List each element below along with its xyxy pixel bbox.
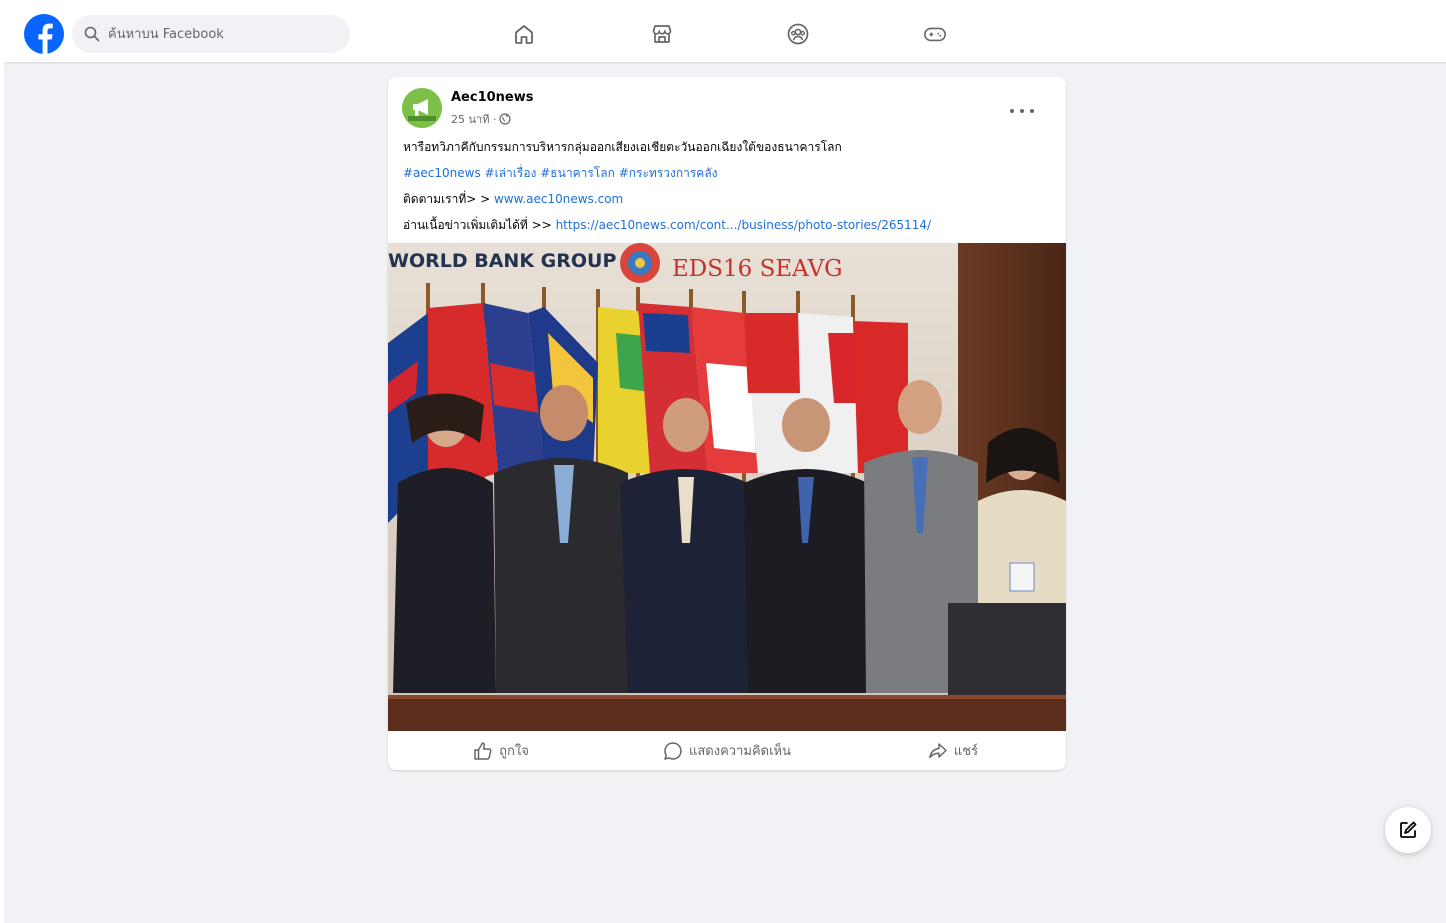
- banner-left-text: WORLD BANK GROUP: [388, 250, 616, 272]
- compose-icon: [1400, 821, 1417, 838]
- nav-groups[interactable]: [786, 22, 810, 46]
- nav-home[interactable]: [512, 22, 536, 46]
- banner-right-text: EDS16 SEAVG: [672, 256, 843, 282]
- thumbs-up-icon: [474, 741, 492, 760]
- hashtag-link[interactable]: #กระทรวงการคลัง: [619, 166, 718, 180]
- groups-icon: [787, 23, 809, 45]
- more-options-button[interactable]: [1010, 104, 1034, 118]
- hashtag-link[interactable]: #ธนาคารโลก: [540, 166, 615, 180]
- comment-label: แสดงความคิดเห็น: [688, 744, 791, 759]
- post-photo[interactable]: WORLD BANK GROUP EDS16 SEAVG: [388, 243, 1066, 731]
- page-avatar[interactable]: [402, 88, 442, 128]
- read-more-prefix: อ่านเนื้อข่าวเพิ่มเติมได้ที่ >>: [403, 218, 552, 232]
- home-icon: [515, 25, 533, 44]
- post-time-text: 25 นาที ·: [451, 113, 497, 126]
- article-link[interactable]: https://aec10news.com/cont.../business/p…: [556, 218, 932, 232]
- left-edge: [0, 62, 4, 923]
- like-button[interactable]: ถูกใจ: [388, 740, 614, 761]
- post-caption: หารือทวิภาคีกับกรรมการบริหารกลุ่มออกเสีย…: [403, 134, 1053, 238]
- new-message-button[interactable]: [1385, 807, 1431, 853]
- feed-post: Aec10news 25 นาที · หารือทวิภาคีกับกรรมก…: [388, 77, 1066, 770]
- search-icon: [84, 26, 100, 42]
- comment-icon: [664, 741, 682, 760]
- search-bar[interactable]: [72, 15, 350, 53]
- globe-icon: [499, 113, 512, 125]
- dot-icon: [1020, 109, 1024, 113]
- share-icon: [929, 742, 947, 758]
- megaphone-logo-icon: [402, 88, 442, 128]
- page-name[interactable]: Aec10news: [451, 90, 534, 105]
- hashtag-link[interactable]: #เล่าเรื่อง: [485, 166, 537, 180]
- hashtag-link[interactable]: #aec10news: [403, 166, 481, 180]
- marketplace-icon: [652, 25, 672, 43]
- post-timestamp[interactable]: 25 นาที ·: [451, 110, 512, 128]
- dot-icon: [1010, 109, 1014, 113]
- read-more-line: อ่านเนื้อข่าวเพิ่มเติมได้ที่ >> https://…: [403, 212, 1053, 238]
- share-label: แชร์: [953, 744, 979, 759]
- like-label: ถูกใจ: [499, 744, 529, 759]
- facebook-logo-icon[interactable]: [24, 14, 64, 54]
- caption-line: หารือทวิภาคีกับกรรมการบริหารกลุ่มออกเสีย…: [403, 140, 842, 154]
- gaming-icon: [924, 27, 946, 42]
- comment-button[interactable]: แสดงความคิดเห็น: [614, 740, 840, 761]
- top-navigation-bar: [0, 0, 1446, 62]
- website-link[interactable]: www.aec10news.com: [494, 192, 623, 206]
- dot-icon: [1030, 109, 1034, 113]
- nav-gaming[interactable]: [923, 22, 947, 46]
- search-input[interactable]: [108, 26, 338, 42]
- hashtags-line: #aec10news #เล่าเรื่อง #ธนาคารโลก #กระทร…: [403, 160, 1053, 186]
- post-header: Aec10news 25 นาที ·: [402, 88, 1052, 128]
- follow-line: ติดตามเราที่> > www.aec10news.com: [403, 186, 1053, 212]
- nav-marketplace[interactable]: [650, 22, 674, 46]
- share-button[interactable]: แชร์: [840, 740, 1066, 761]
- post-actions: ถูกใจ แสดงความคิดเห็น แชร์: [388, 731, 1066, 770]
- follow-prefix: ติดตามเราที่> >: [403, 192, 491, 206]
